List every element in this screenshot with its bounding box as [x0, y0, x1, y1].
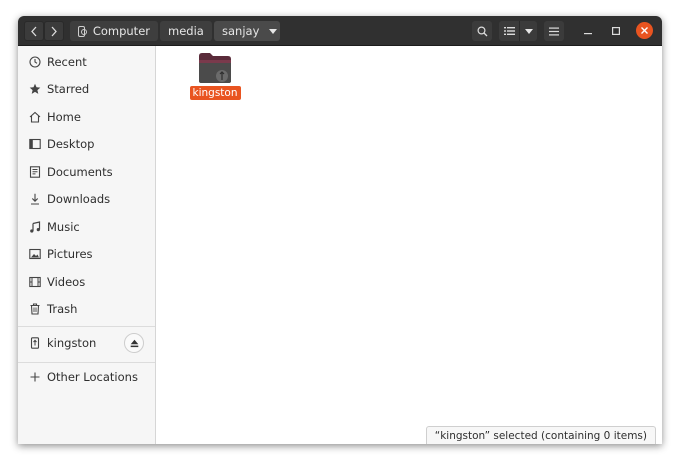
sidebar-separator [18, 326, 155, 327]
sidebar-item-videos[interactable]: Videos [18, 269, 155, 295]
breadcrumb-sanjay[interactable]: sanjay [214, 21, 280, 41]
breadcrumb-computer-label: Computer [92, 24, 150, 38]
sidebar-item-label: Desktop [47, 137, 95, 151]
sidebar-item-label: Trash [47, 302, 78, 316]
eject-icon [130, 339, 138, 347]
file-manager-window: Computer media sanjay Recent Starred Hom… [18, 16, 662, 444]
chevron-down-icon [269, 28, 278, 34]
sidebar-item-other-locations[interactable]: Other Locations [18, 364, 155, 390]
breadcrumb-sanjay-label: sanjay [222, 24, 260, 38]
usb-drive-icon [29, 337, 41, 349]
maximize-icon [612, 27, 620, 35]
back-button[interactable] [24, 21, 44, 41]
video-icon [29, 276, 41, 288]
menu-button[interactable] [544, 21, 564, 41]
sidebar-item-label: Documents [47, 165, 113, 179]
chevron-right-icon [51, 26, 57, 36]
status-bar: “kingston” selected (containing 0 items) [425, 426, 656, 444]
sidebar-item-home[interactable]: Home [18, 104, 155, 130]
status-text: “kingston” selected (containing 0 items) [434, 429, 647, 442]
sidebar: Recent Starred Home Desktop Documents Do… [18, 46, 156, 444]
sidebar-item-documents[interactable]: Documents [18, 159, 155, 185]
trash-icon [29, 303, 41, 315]
file-name-label: kingston [189, 86, 241, 100]
breadcrumb-computer[interactable]: Computer [70, 21, 158, 41]
sidebar-item-recent[interactable]: Recent [18, 49, 155, 75]
home-icon [29, 111, 41, 123]
sidebar-item-label: Recent [47, 55, 87, 69]
sidebar-item-label: Videos [47, 275, 86, 289]
clock-icon [29, 56, 41, 68]
sidebar-item-starred[interactable]: Starred [18, 76, 155, 102]
minimize-icon [584, 33, 592, 35]
sidebar-item-label: Music [47, 220, 80, 234]
sidebar-item-music[interactable]: Music [18, 214, 155, 240]
folder-icon [198, 52, 232, 84]
minimize-button[interactable] [581, 21, 595, 41]
sidebar-item-downloads[interactable]: Downloads [18, 186, 155, 212]
sidebar-item-label: kingston [47, 336, 97, 350]
view-options-button[interactable] [519, 21, 537, 41]
sidebar-item-label: Pictures [47, 247, 93, 261]
maximize-button[interactable] [609, 21, 623, 41]
hamburger-icon [549, 27, 559, 35]
sidebar-separator [18, 362, 155, 363]
breadcrumb-media-label: media [168, 24, 204, 38]
breadcrumb-media[interactable]: media [160, 21, 212, 41]
sidebar-item-label: Starred [47, 82, 90, 96]
picture-icon [29, 248, 41, 260]
star-icon [29, 83, 41, 95]
sidebar-item-label: Other Locations [47, 370, 138, 384]
search-icon [476, 25, 487, 36]
desktop-icon [29, 138, 41, 150]
eject-button[interactable] [124, 333, 144, 353]
music-icon [29, 221, 41, 233]
sidebar-item-pictures[interactable]: Pictures [18, 241, 155, 267]
disk-icon [78, 25, 87, 37]
sidebar-item-label: Downloads [47, 192, 111, 206]
forward-button[interactable] [44, 21, 64, 41]
file-item-kingston[interactable]: kingston [189, 52, 241, 102]
download-icon [29, 193, 41, 205]
document-icon [29, 166, 41, 178]
plus-icon [29, 371, 41, 383]
list-view-button[interactable] [499, 21, 519, 41]
sidebar-item-desktop[interactable]: Desktop [18, 131, 155, 157]
chevron-left-icon [31, 26, 37, 36]
sidebar-item-label: Home [47, 110, 81, 124]
list-view-icon [503, 27, 515, 35]
search-button[interactable] [472, 21, 492, 41]
file-view[interactable]: kingston “kingston” selected (containing… [156, 46, 662, 444]
close-icon [641, 27, 648, 34]
close-button[interactable] [636, 22, 653, 39]
chevron-down-icon [524, 28, 533, 34]
header-bar: Computer media sanjay [18, 16, 662, 46]
sidebar-item-trash[interactable]: Trash [18, 296, 155, 322]
